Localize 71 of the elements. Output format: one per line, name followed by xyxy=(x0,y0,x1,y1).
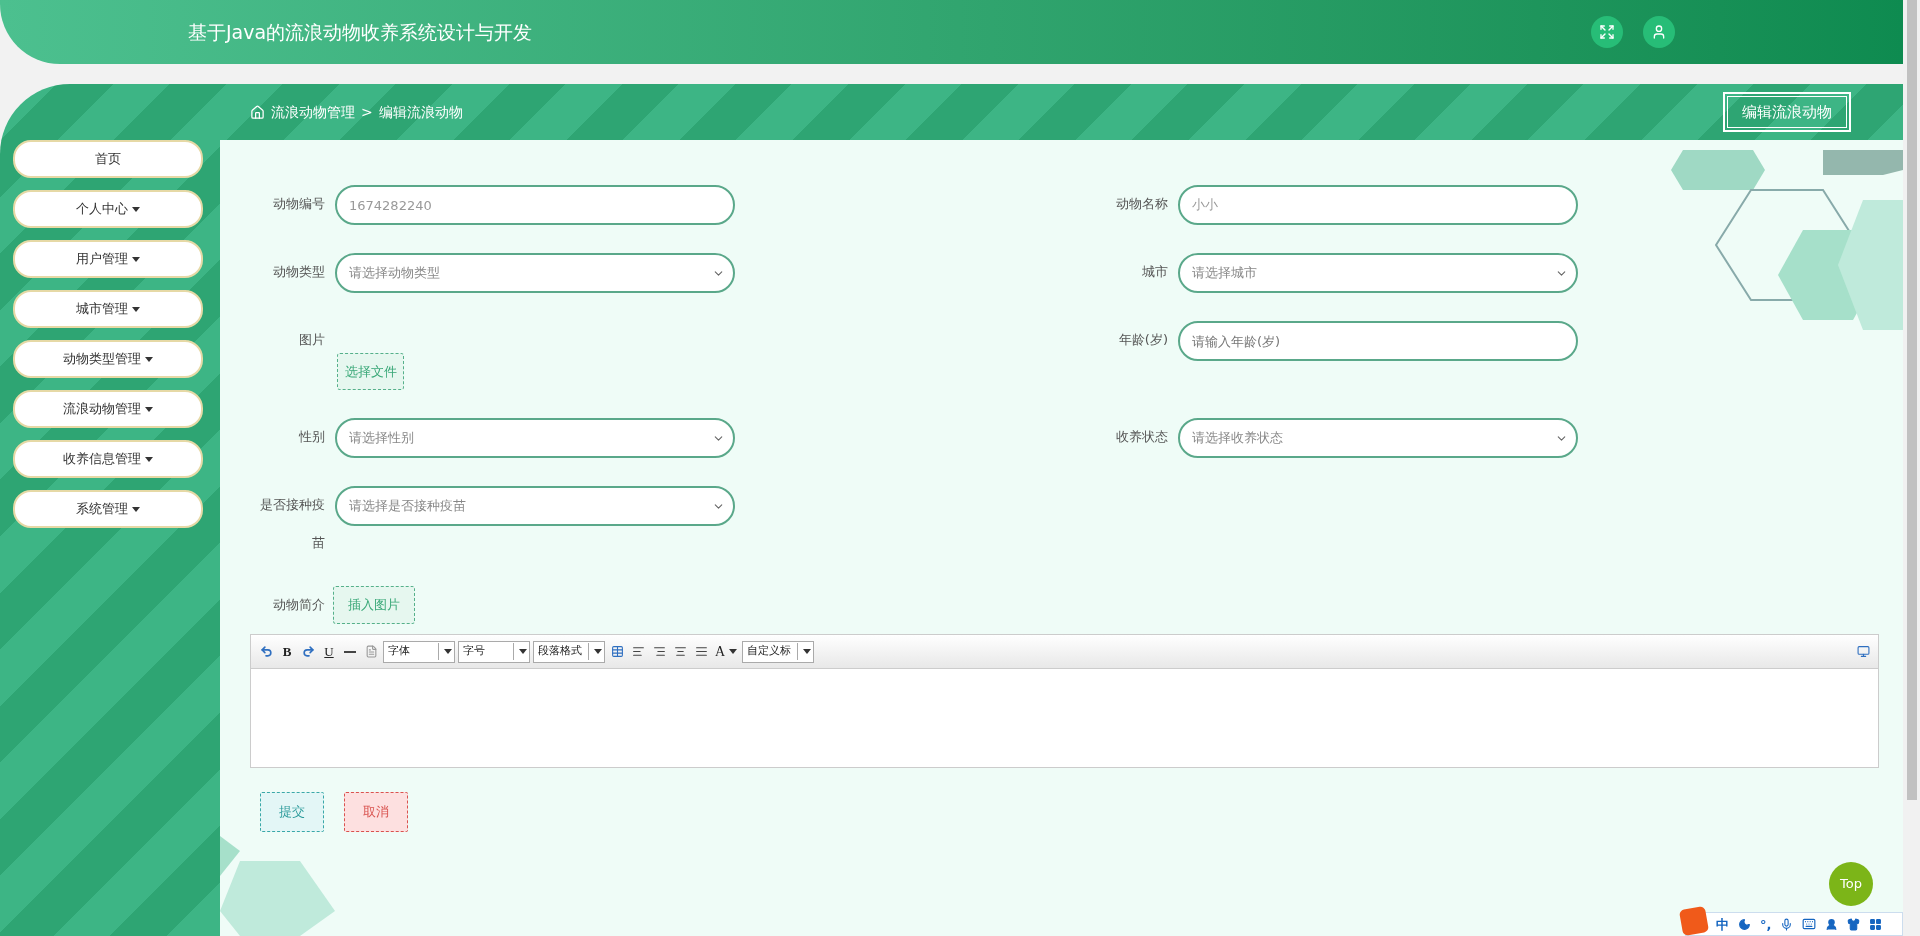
sidebar-menu-item[interactable]: 用户管理 xyxy=(13,240,203,278)
align-center-icon xyxy=(673,645,687,658)
caret-icon xyxy=(803,648,812,654)
caret-icon xyxy=(145,406,153,412)
align-right-icon xyxy=(652,645,666,658)
sidebar-menu-item[interactable]: 城市管理 xyxy=(13,290,203,328)
sidebar-menu-item[interactable]: 系统管理 xyxy=(13,490,203,528)
field-label: 动物类型 xyxy=(272,263,325,281)
caret-icon xyxy=(145,456,153,462)
field-label: 性别 xyxy=(298,428,325,446)
caret-icon xyxy=(132,306,140,312)
caret-icon xyxy=(519,648,527,654)
select-field[interactable]: 请选择收养状态 xyxy=(1178,418,1578,458)
toolbar-dropdown[interactable]: 段落格式 xyxy=(533,640,605,663)
fullscreen-button[interactable] xyxy=(1591,16,1623,48)
document-icon xyxy=(364,645,378,658)
breadcrumb-separator: > xyxy=(361,102,373,122)
caret-icon xyxy=(132,256,140,262)
toolbar-dropdown[interactable]: 字体 xyxy=(383,640,455,663)
select-field[interactable]: 请选择是否接种疫苗 xyxy=(335,486,735,526)
justify-icon xyxy=(694,645,708,658)
redo-icon xyxy=(301,645,315,658)
field-label: 城市 xyxy=(1141,263,1168,281)
ime-text[interactable]: 中 xyxy=(1716,917,1729,931)
home-icon xyxy=(250,104,265,120)
sidebar-menu-item[interactable]: 个人中心 xyxy=(13,190,203,228)
page-title-frame: 编辑流浪动物 xyxy=(1723,91,1851,133)
select-field[interactable]: 请选择城市 xyxy=(1178,253,1578,293)
field-label: 动物简介 xyxy=(272,596,325,615)
moon-icon[interactable] xyxy=(1738,917,1751,931)
ime-text[interactable]: °, xyxy=(1760,917,1772,931)
sidebar-menu-item[interactable]: 流浪动物管理 xyxy=(13,390,203,428)
system-title: 基于Java的流浪动物收养系统设计与开发 xyxy=(188,19,533,45)
toolbar-dropdown[interactable]: 字号 xyxy=(458,640,530,663)
field-label: 动物编号 xyxy=(272,195,325,213)
shirt-icon[interactable] xyxy=(1847,917,1861,931)
caret-icon xyxy=(145,356,153,362)
field-label: 图片 xyxy=(298,331,325,349)
breadcrumb-current: 编辑流浪动物 xyxy=(378,102,463,122)
user-button[interactable] xyxy=(1643,16,1675,48)
underline-button[interactable]: U xyxy=(320,641,338,662)
grid-icon[interactable] xyxy=(1869,917,1883,931)
monitor-icon xyxy=(1856,645,1870,658)
table-icon xyxy=(610,645,624,658)
sidebar-menu-item[interactable]: 收养信息管理 xyxy=(13,440,203,478)
field-label: 是否接种疫苗 xyxy=(259,496,325,552)
bold-button[interactable]: B xyxy=(278,641,296,662)
keyboard-icon[interactable] xyxy=(1802,917,1817,931)
field-label: 收养状态 xyxy=(1115,428,1168,446)
caret-icon xyxy=(444,648,452,654)
caret-icon xyxy=(132,506,140,512)
ime-logo-icon[interactable] xyxy=(1678,905,1710,936)
select-field[interactable]: 请选择动物类型 xyxy=(335,253,735,293)
toolbar-dropdown[interactable]: 自定义标 xyxy=(742,640,815,663)
user-icon[interactable] xyxy=(1825,917,1839,931)
undo-icon xyxy=(259,645,273,658)
user-icon xyxy=(1651,24,1667,40)
font-color-button[interactable]: A xyxy=(713,641,740,662)
rich-text-editor[interactable]: B U 字体 字号 段落格式 A 自定义标 xyxy=(250,634,1879,768)
select-field[interactable]: 请选择性别 xyxy=(335,418,735,458)
fullscreen-icon xyxy=(1599,24,1615,40)
microphone-icon[interactable] xyxy=(1780,917,1794,931)
caret-icon xyxy=(729,649,738,654)
field-label: 年龄(岁) xyxy=(1117,331,1168,349)
sidebar-menu-item[interactable]: 首页 xyxy=(13,140,203,178)
caret-icon xyxy=(594,648,602,654)
input-field[interactable]: 请输入年龄(岁) xyxy=(1178,321,1578,361)
sidebar-menu-item[interactable]: 动物类型管理 xyxy=(13,340,203,378)
align-left-icon xyxy=(631,645,645,658)
caret-icon xyxy=(132,206,140,212)
field-label: 动物名称 xyxy=(1115,195,1168,213)
